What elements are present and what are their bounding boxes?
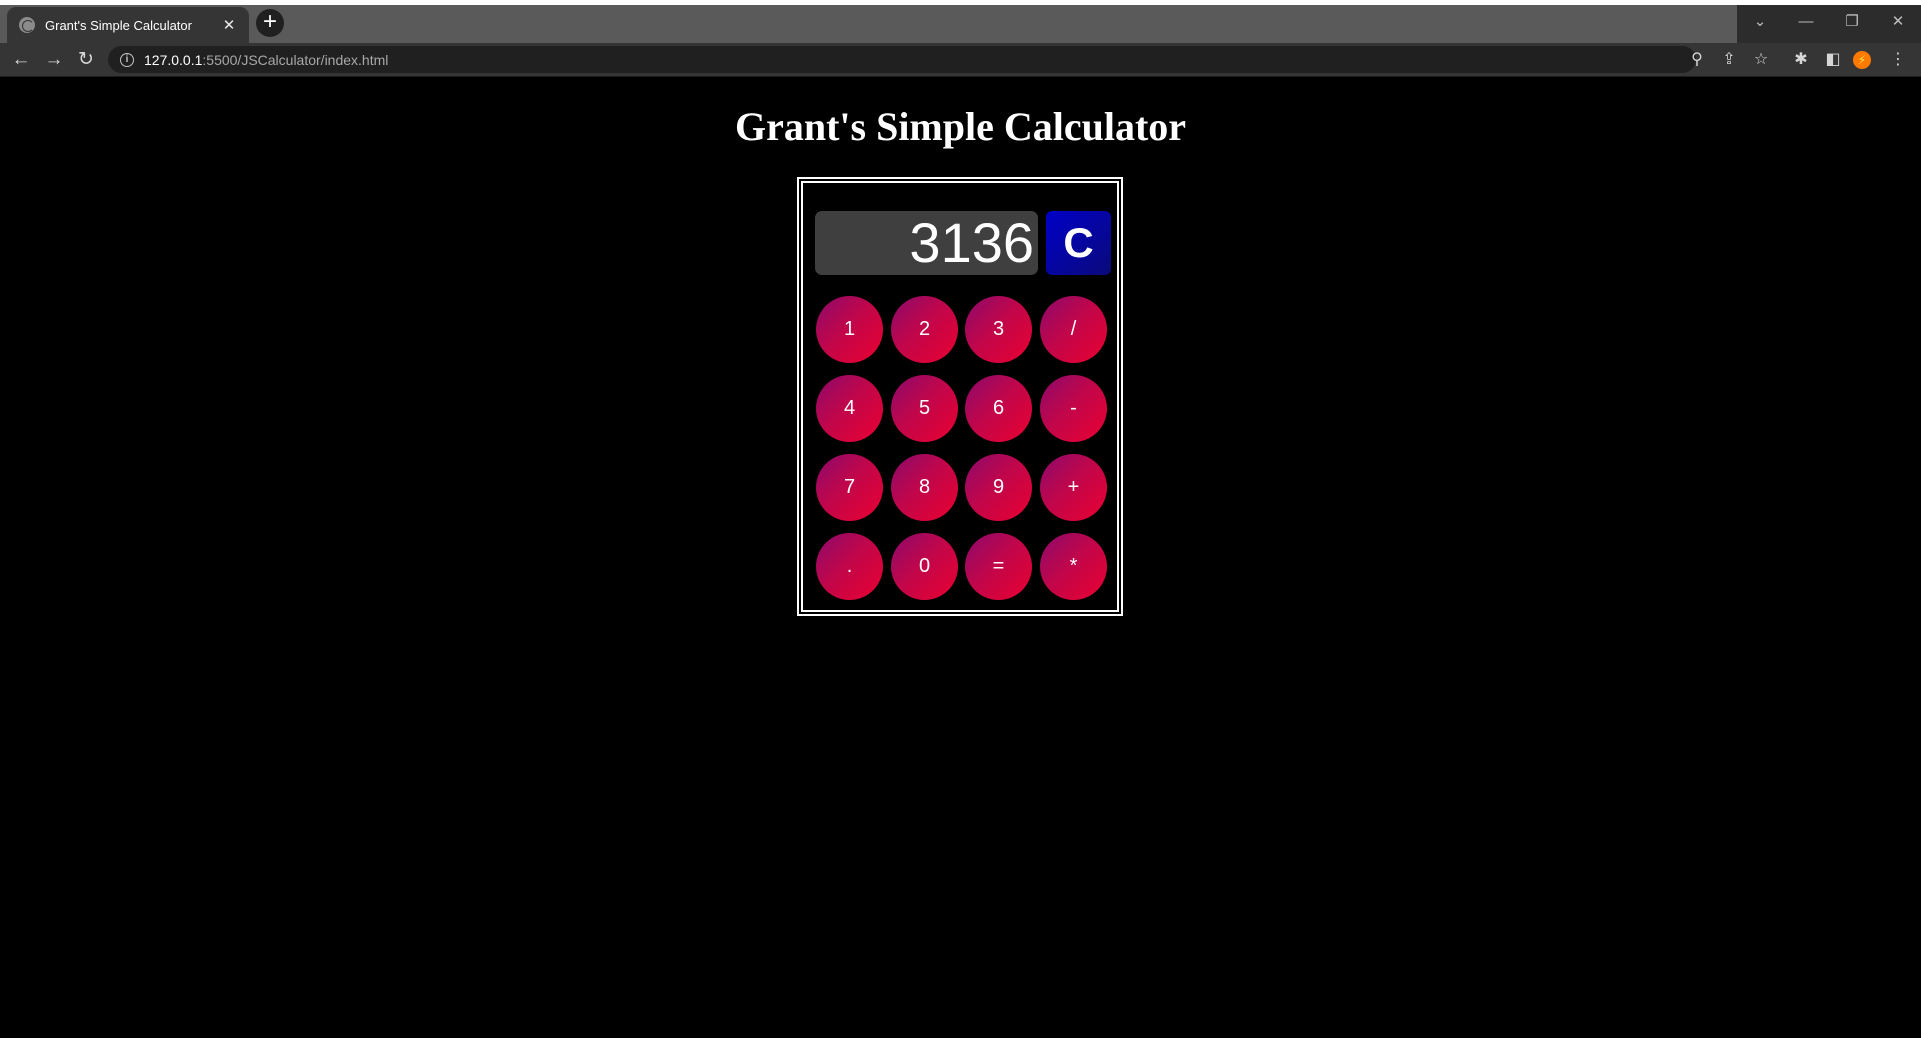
address-bar[interactable]: i 127.0.0.1:5500/JSCalculator/index.html [108, 46, 1696, 73]
tab-title: Grant's Simple Calculator [45, 17, 192, 33]
key-decimal[interactable]: . [816, 533, 883, 600]
site-info-icon[interactable]: i [120, 52, 134, 67]
share-icon[interactable]: ⇪ [1714, 43, 1744, 76]
browser-toolbar: ← → ↻ i 127.0.0.1:5500/JSCalculator/inde… [0, 43, 1921, 76]
globe-icon [19, 17, 35, 33]
tab-strip: Grant's Simple Calculator ✕ + ⌄ — ❐ ✕ [0, 0, 1921, 43]
bookmark-star-icon[interactable]: ☆ [1746, 43, 1776, 76]
clear-button[interactable]: C [1046, 211, 1111, 275]
extensions-puzzle-icon[interactable]: ✱ [1786, 43, 1816, 76]
calculator: 3136 C 1 2 3 / 4 5 6 - 7 8 9 + . 0 = * [797, 177, 1123, 616]
restore-icon[interactable]: ❐ [1829, 5, 1875, 43]
zoom-icon[interactable]: ⚲ [1682, 43, 1712, 76]
key-subtract[interactable]: - [1040, 375, 1107, 442]
new-tab-button[interactable]: + [256, 9, 284, 37]
browser-menu-icon[interactable]: ⋮ [1883, 43, 1913, 76]
key-add[interactable]: + [1040, 454, 1107, 521]
reload-icon[interactable]: ↻ [72, 43, 100, 76]
tab-search-icon[interactable]: ⌄ [1737, 5, 1783, 43]
window-top-edge [0, 0, 1921, 5]
key-5[interactable]: 5 [891, 375, 958, 442]
window-close-icon[interactable]: ✕ [1875, 5, 1921, 43]
forward-arrow-icon[interactable]: → [40, 43, 68, 76]
close-tab-icon[interactable]: ✕ [219, 16, 239, 34]
key-0[interactable]: 0 [891, 533, 958, 600]
key-9[interactable]: 9 [965, 454, 1032, 521]
url-path: :5500/JSCalculator/index.html [202, 51, 389, 68]
key-divide[interactable]: / [1040, 296, 1107, 363]
key-equals[interactable]: = [965, 533, 1032, 600]
side-panel-icon[interactable]: ◧ [1818, 43, 1848, 76]
extension-badge-icon[interactable]: ⚡ [1853, 51, 1871, 69]
key-6[interactable]: 6 [965, 375, 1032, 442]
page-title: Grant's Simple Calculator [734, 104, 1187, 149]
key-4[interactable]: 4 [816, 375, 883, 442]
browser-tab[interactable]: Grant's Simple Calculator ✕ [7, 7, 249, 43]
calculator-display: 3136 [815, 211, 1038, 275]
back-arrow-icon[interactable]: ← [7, 43, 35, 76]
key-1[interactable]: 1 [816, 296, 883, 363]
key-7[interactable]: 7 [816, 454, 883, 521]
minimize-icon[interactable]: — [1783, 5, 1829, 43]
key-8[interactable]: 8 [891, 454, 958, 521]
key-3[interactable]: 3 [965, 296, 1032, 363]
chrome-divider [0, 76, 1921, 77]
url-host: 127.0.0.1 [144, 51, 203, 68]
key-2[interactable]: 2 [891, 296, 958, 363]
key-multiply[interactable]: * [1040, 533, 1107, 600]
